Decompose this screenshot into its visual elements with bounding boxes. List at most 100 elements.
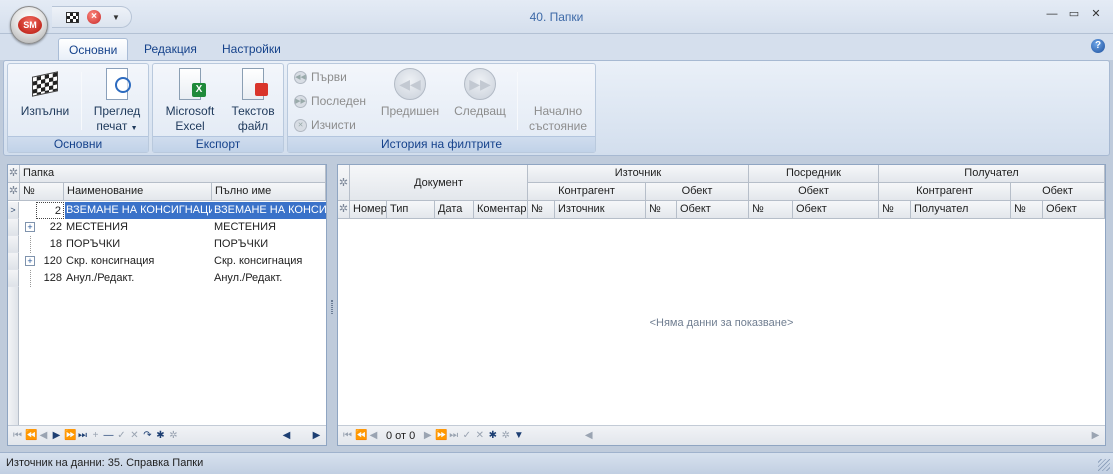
band-source-contractor[interactable]: Контрагент xyxy=(528,183,646,201)
cell-name[interactable]: Скр. консигнация xyxy=(65,253,212,270)
column-header-source-object[interactable]: Обект xyxy=(677,201,749,219)
cell-no[interactable]: 120 xyxy=(36,253,64,270)
panel-splitter[interactable] xyxy=(329,164,335,446)
filter-icon[interactable]: ✱ xyxy=(155,430,166,441)
prev-page-icon[interactable]: ⏪ xyxy=(355,430,367,441)
cell-fullname[interactable]: МЕСТЕНИЯ xyxy=(212,219,326,236)
column-header-number[interactable]: Номер xyxy=(350,201,387,219)
column-header-date[interactable]: Дата xyxy=(435,201,474,219)
clear-filter-icon[interactable]: ✲ xyxy=(168,430,179,441)
prev-page-icon[interactable]: ⏪ xyxy=(25,430,37,441)
cell-no[interactable]: 128 xyxy=(36,270,64,287)
tab-main[interactable]: Основни xyxy=(58,38,129,60)
filter-icon[interactable]: ✱ xyxy=(487,430,498,441)
refresh-icon[interactable]: ↷ xyxy=(142,430,153,441)
next-page-icon[interactable]: ⏩ xyxy=(64,430,76,441)
cell-name[interactable]: ВЗЕМАНЕ НА КОНСИГНАЦИЯ xyxy=(65,202,212,219)
clear-filter-icon[interactable]: ✲ xyxy=(500,430,511,441)
band-source[interactable]: Източник xyxy=(528,165,749,183)
cell-no[interactable]: 18 xyxy=(36,236,64,253)
last-record-icon[interactable]: ⏭ xyxy=(77,430,88,441)
export-text-button[interactable]: Текстов файл xyxy=(223,68,283,134)
add-record-icon[interactable]: + xyxy=(90,430,101,441)
column-chooser-icon[interactable]: ✲ xyxy=(338,201,350,219)
band-recipient-object[interactable]: Обект xyxy=(1011,183,1105,201)
table-row[interactable]: + 120 Скр. консигнация Скр. консигнация xyxy=(8,253,326,270)
cell-name[interactable]: МЕСТЕНИЯ xyxy=(65,219,212,236)
first-record-icon[interactable]: ⏮ xyxy=(342,430,353,441)
execute-button[interactable]: Изпълни xyxy=(12,68,78,119)
column-header-comment[interactable]: Коментар xyxy=(474,201,528,219)
resize-grip-icon[interactable] xyxy=(1098,459,1110,471)
expand-icon[interactable]: + xyxy=(25,256,35,266)
prev-record-icon[interactable]: ◀ xyxy=(368,430,379,441)
clear-filter-button[interactable]: ✕ Изчисти xyxy=(294,116,356,134)
column-header-intermediary-object[interactable]: Обект xyxy=(793,201,879,219)
column-header-recipient-object[interactable]: Обект xyxy=(1043,201,1105,219)
table-row[interactable]: 128 Анул./Редакт. Анул./Редакт. xyxy=(8,270,326,287)
last-filter-button[interactable]: ▶▶ Последен xyxy=(294,92,366,110)
band-source-object[interactable]: Обект xyxy=(646,183,749,201)
close-icon[interactable]: ✕ xyxy=(1089,7,1103,21)
cell-no[interactable]: 2 xyxy=(36,202,64,219)
print-preview-button[interactable]: Преглед печат ▼ xyxy=(86,68,148,136)
table-row[interactable]: 18 ПОРЪЧКИ ПОРЪЧКИ xyxy=(8,236,326,253)
cancel-edit-icon[interactable]: ✕ xyxy=(474,430,485,441)
column-header-source[interactable]: Източник xyxy=(555,201,646,219)
filter-funnel-icon[interactable]: ▼ xyxy=(513,430,524,441)
column-header-recipient-object-no[interactable]: № xyxy=(1011,201,1043,219)
first-record-icon[interactable]: ⏮ xyxy=(12,430,23,441)
column-header-source-no[interactable]: № xyxy=(528,201,555,219)
previous-filter-button[interactable]: ◀◀ Предишен xyxy=(378,68,442,119)
cell-fullname[interactable]: Скр. консигнация xyxy=(212,253,326,270)
delete-record-icon[interactable]: — xyxy=(103,430,114,441)
column-header-no[interactable]: № xyxy=(20,183,64,201)
cell-fullname[interactable]: ВЗЕМАНЕ НА КОНСИГН xyxy=(212,202,326,219)
column-header-fullname[interactable]: Пълно име xyxy=(212,183,326,201)
next-record-icon[interactable]: ▶ xyxy=(422,430,433,441)
column-header-recipient[interactable]: Получател xyxy=(911,201,1011,219)
application-menu-button[interactable]: SM xyxy=(10,6,48,44)
last-record-icon[interactable]: ⏭ xyxy=(448,430,459,441)
table-row[interactable]: + 22 МЕСТЕНИЯ МЕСТЕНИЯ xyxy=(8,219,326,236)
band-intermediary-object[interactable]: Обект xyxy=(749,183,879,201)
cancel-edit-icon[interactable]: ✕ xyxy=(129,430,140,441)
tab-settings[interactable]: Настройки xyxy=(212,38,291,60)
column-header-intermediary-no[interactable]: № xyxy=(749,201,793,219)
initial-state-button[interactable]: Начално състояние xyxy=(524,68,592,134)
column-header-source-object-no[interactable]: № xyxy=(646,201,677,219)
cell-no[interactable]: 22 xyxy=(36,219,64,236)
cell-fullname[interactable]: Анул./Редакт. xyxy=(212,270,326,287)
help-icon[interactable]: ? xyxy=(1091,39,1105,53)
next-record-icon[interactable]: ▶ xyxy=(51,430,62,441)
next-filter-button[interactable]: ▶▶ Следващ xyxy=(448,68,512,119)
band-intermediary[interactable]: Посредник xyxy=(749,165,879,183)
group-panel-icon[interactable]: ✲ xyxy=(338,165,350,201)
next-page-icon[interactable]: ⏩ xyxy=(435,430,447,441)
scroll-left-icon[interactable]: ◀ xyxy=(583,430,594,441)
band-document[interactable]: Документ xyxy=(350,165,528,201)
prev-record-icon[interactable]: ◀ xyxy=(38,430,49,441)
scroll-left-icon[interactable]: ◀ xyxy=(281,430,292,441)
maximize-icon[interactable]: ▭ xyxy=(1067,7,1081,21)
band-recipient[interactable]: Получател xyxy=(879,165,1105,183)
table-row[interactable]: > 2 ВЗЕМАНЕ НА КОНСИГНАЦИЯ ВЗЕМАНЕ НА КО… xyxy=(8,202,326,219)
cell-name[interactable]: Анул./Редакт. xyxy=(65,270,212,287)
minimize-icon[interactable]: — xyxy=(1045,7,1059,21)
scroll-right-icon[interactable]: ▶ xyxy=(311,430,322,441)
column-header-name[interactable]: Наименование xyxy=(64,183,212,201)
group-panel-icon[interactable]: ✲ xyxy=(8,165,20,183)
cell-name[interactable]: ПОРЪЧКИ xyxy=(65,236,212,253)
scroll-right-icon[interactable]: ▶ xyxy=(1090,430,1101,441)
column-header-recipient-no[interactable]: № xyxy=(879,201,911,219)
cell-fullname[interactable]: ПОРЪЧКИ xyxy=(212,236,326,253)
band-recipient-contractor[interactable]: Контрагент xyxy=(879,183,1011,201)
tab-edit[interactable]: Редакция xyxy=(134,38,207,60)
save-record-icon[interactable]: ✓ xyxy=(116,430,127,441)
save-record-icon[interactable]: ✓ xyxy=(461,430,472,441)
column-header-type[interactable]: Тип xyxy=(387,201,435,219)
first-filter-button[interactable]: ◀◀ Първи xyxy=(294,68,347,86)
expand-icon[interactable]: + xyxy=(25,222,35,232)
column-chooser-icon[interactable]: ✲ xyxy=(8,183,20,201)
column-band-folder[interactable]: Папка xyxy=(20,165,326,183)
